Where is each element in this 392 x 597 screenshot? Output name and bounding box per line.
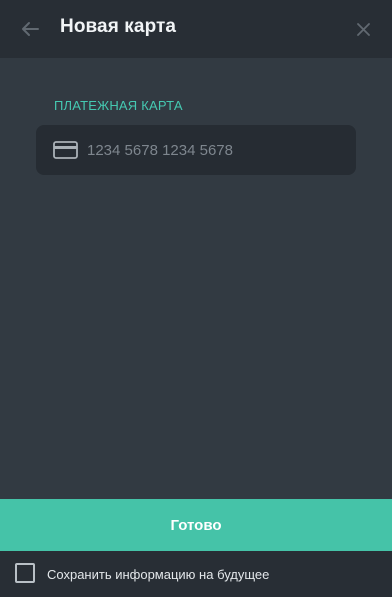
payment-card-label: ПЛАТЕЖНАЯ КАРТА [54, 98, 183, 113]
card-number-field[interactable] [36, 125, 356, 175]
save-info-label[interactable]: Сохранить информацию на будущее [47, 567, 269, 582]
save-info-checkbox[interactable] [15, 563, 35, 583]
close-icon [356, 22, 370, 36]
page-title: Новая карта [60, 16, 177, 37]
close-button[interactable] [348, 14, 378, 44]
footer-bar: Сохранить информацию на будущее [0, 551, 392, 597]
card-number-input[interactable] [87, 125, 342, 175]
credit-card-icon [53, 141, 78, 159]
back-button[interactable] [14, 14, 46, 44]
header-bar: Новая карта [0, 0, 392, 58]
done-button[interactable]: Готово [0, 499, 392, 551]
arrow-left-icon [22, 22, 39, 36]
